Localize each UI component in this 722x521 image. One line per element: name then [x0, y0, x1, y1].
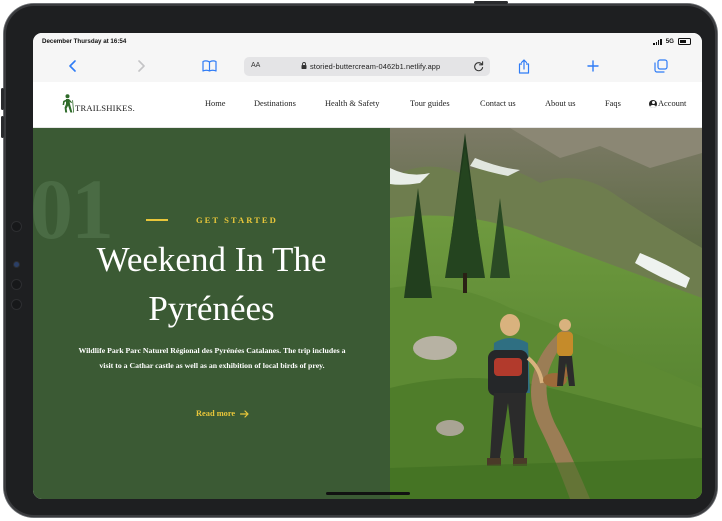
nav-destinations[interactable]: Destinations: [254, 99, 296, 108]
share-icon[interactable]: [515, 57, 533, 75]
status-time: December Thursday at 16:54: [42, 38, 127, 45]
new-tab-icon[interactable]: [584, 57, 602, 75]
arrow-right-icon: [240, 409, 249, 418]
address-bar[interactable]: AA storied-buttercream-0462b1.netlify.ap…: [244, 57, 490, 76]
forward-icon[interactable]: [132, 57, 150, 75]
nav-about-us[interactable]: About us: [545, 99, 575, 108]
lock-icon: [301, 62, 307, 69]
hero-description: Wildlife Park Parc Naturel Régional des …: [78, 346, 346, 370]
battery-icon: [678, 38, 691, 45]
tabs-icon[interactable]: [652, 57, 670, 75]
eyebrow-text: GET STARTED: [196, 215, 278, 225]
back-icon[interactable]: [64, 57, 82, 75]
nav-faqs[interactable]: Faqs: [605, 99, 621, 108]
volume-down-button: [1, 116, 4, 138]
hero-title-line-1: Weekend In The: [96, 240, 327, 279]
hero-hikers-photo: [390, 128, 702, 499]
site-navbar: TRAILSHIKES. Home Destinations Health & …: [33, 82, 702, 128]
eyebrow-divider: [146, 219, 168, 221]
logo-text: TRAILSHIKES.: [75, 103, 135, 114]
hero-title: Weekend In The Pyrénées: [33, 235, 390, 333]
read-more-label: Read more: [196, 409, 236, 418]
network-label: 5G: [665, 38, 674, 45]
lidar-sensor: [12, 280, 21, 289]
status-bar: December Thursday at 16:54 5G: [33, 33, 702, 51]
nav-contact-us[interactable]: Contact us: [480, 99, 516, 108]
front-camera: [12, 222, 21, 231]
read-more-link[interactable]: Read more: [196, 409, 249, 418]
site-logo[interactable]: TRAILSHIKES.: [61, 94, 135, 113]
home-indicator: [326, 492, 410, 495]
flash-sensor: [12, 300, 21, 309]
nav-health-safety[interactable]: Health & Safety: [325, 99, 379, 108]
hiker-icon: [62, 94, 74, 113]
hero-panel: 01 GET STARTED Weekend In The Pyrénées W…: [33, 128, 390, 499]
account-label: Account: [658, 99, 687, 108]
hero-eyebrow: GET STARTED: [146, 215, 278, 225]
text-size-button[interactable]: AA: [251, 62, 260, 69]
volume-up-button: [1, 88, 4, 110]
url-text: storied-buttercream-0462b1.netlify.app: [310, 62, 441, 71]
camera-sensor: [14, 262, 19, 267]
nav-account[interactable]: Account: [649, 99, 686, 108]
hero-title-line-2: Pyrénées: [148, 289, 275, 328]
ipad-frame: December Thursday at 16:54 5G AA storied…: [1, 1, 717, 517]
nav-tour-guides[interactable]: Tour guides: [410, 99, 450, 108]
account-icon: [649, 99, 657, 108]
status-indicators: 5G: [653, 38, 691, 45]
signal-icon: [653, 38, 662, 45]
bookmarks-icon[interactable]: [200, 57, 218, 75]
reload-icon[interactable]: [472, 60, 485, 73]
screen: December Thursday at 16:54 5G AA storied…: [33, 33, 702, 499]
nav-home[interactable]: Home: [205, 99, 225, 108]
power-button: [474, 1, 508, 4]
browser-toolbar: AA storied-buttercream-0462b1.netlify.ap…: [33, 51, 702, 83]
